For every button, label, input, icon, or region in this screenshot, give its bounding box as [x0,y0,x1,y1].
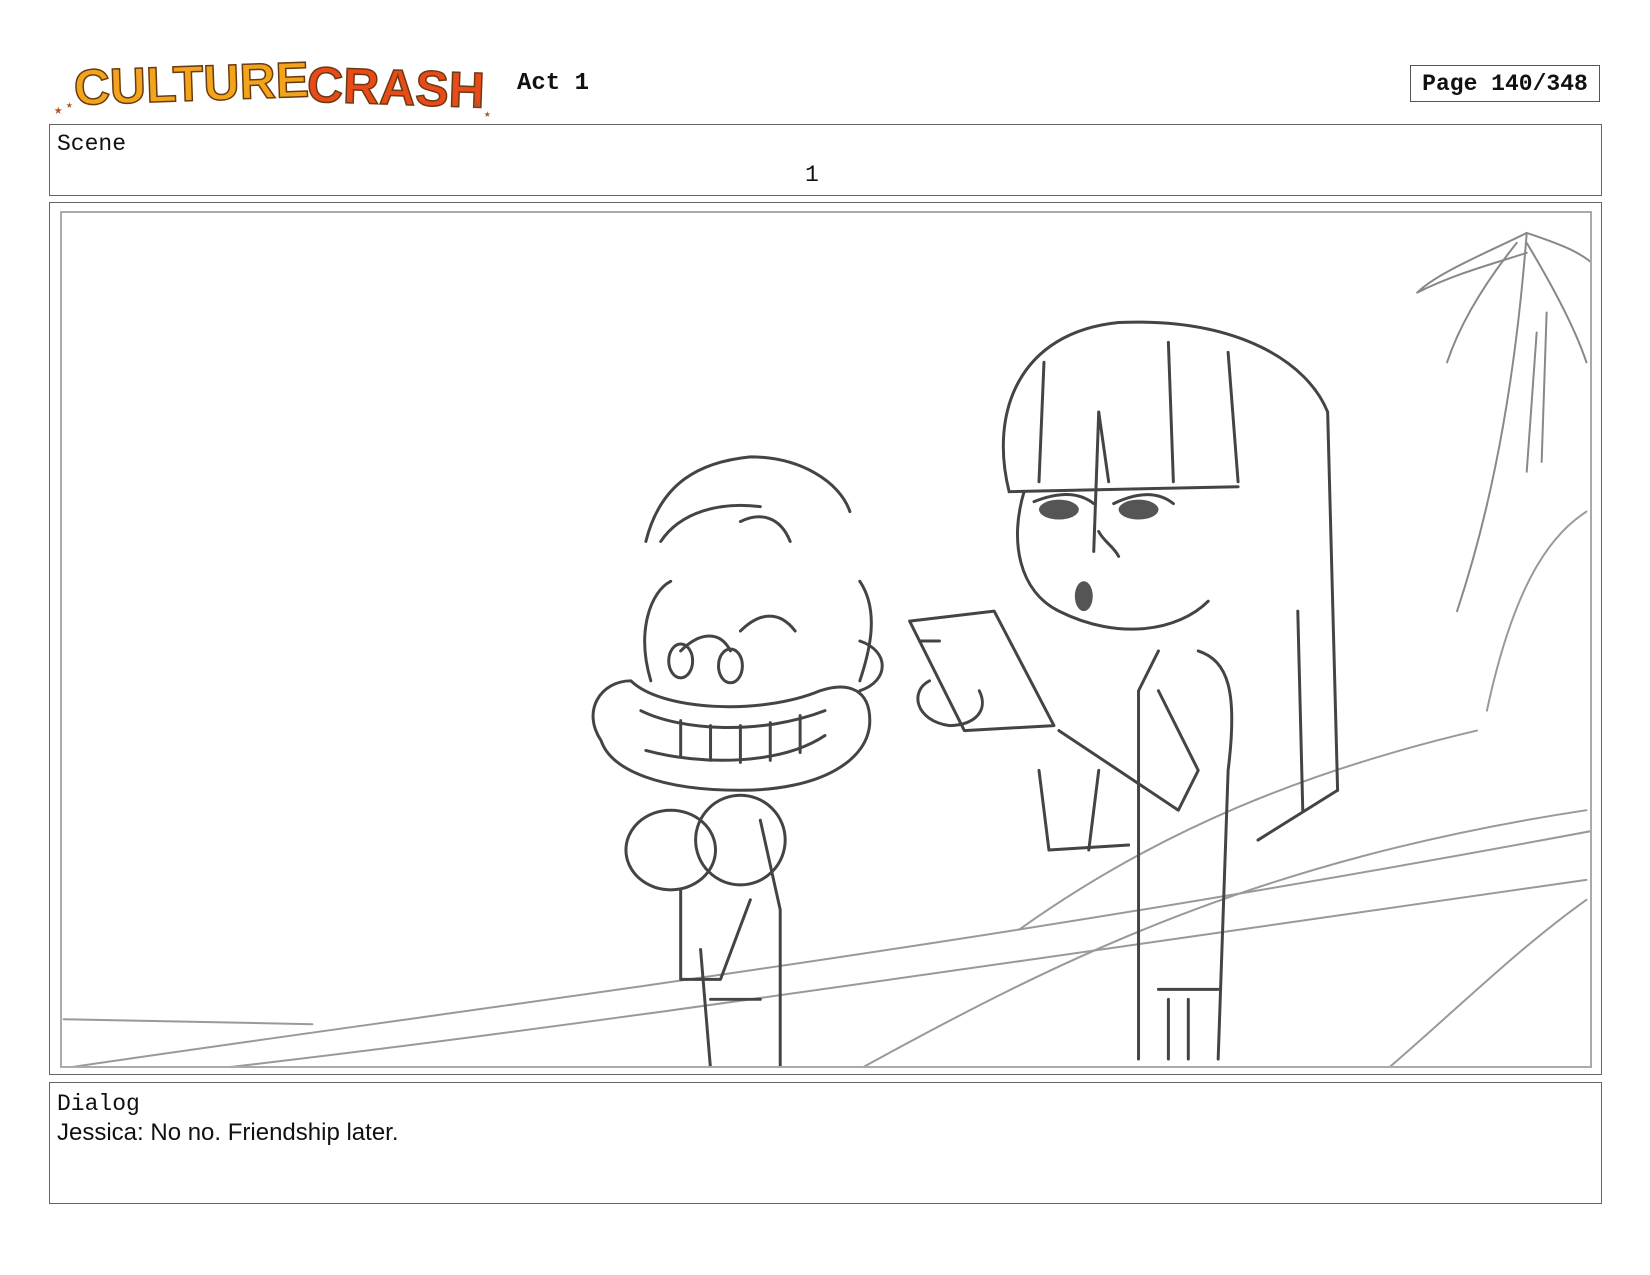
svg-text:CULTURE: CULTURE [73,52,310,116]
dialog-label: Dialog [57,1091,140,1117]
svg-text:★: ★ [54,103,63,119]
svg-text:★: ★ [66,100,73,112]
dialog-box: Dialog Jessica: No no. Friendship later. [49,1082,1602,1204]
scene-box: Scene 1 [49,124,1602,196]
act-label: Act 1 [517,70,590,97]
culture-crash-logo: CULTURE CRASH ★ ★ ★ ★ [52,50,497,122]
page-indicator: Page 140/348 [1410,65,1600,102]
svg-text:CRASH: CRASH [306,56,486,118]
scene-number: 1 [805,162,819,188]
svg-text:★: ★ [484,109,491,121]
scene-label: Scene [57,131,127,157]
storyboard-panel-drawing [60,211,1592,1068]
svg-text:★: ★ [472,97,481,113]
dialog-text: Jessica: No no. Friendship later. [57,1119,399,1146]
